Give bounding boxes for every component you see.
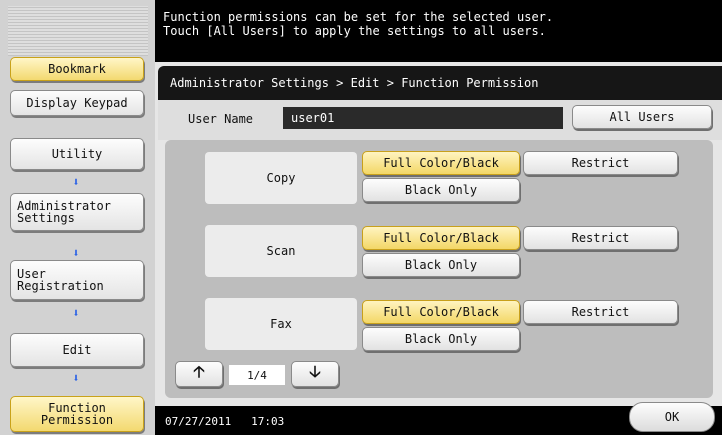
time-text: 17:03 (251, 415, 285, 428)
fax-black-only-button[interactable]: Black Only (362, 327, 520, 351)
sidebar-step-edit[interactable]: Edit (10, 333, 144, 367)
page-up-button[interactable]: 🡡 (175, 361, 223, 387)
copy-black-only-button[interactable]: Black Only (362, 178, 520, 202)
copy-full-color-black-button[interactable]: Full Color/Black (362, 151, 520, 175)
arrow-down-icon: ⬇ (72, 246, 80, 260)
user-row: User Name user01 All Users (158, 100, 722, 140)
user-name-field: user01 (283, 107, 563, 129)
page-indicator: 1/4 (229, 365, 285, 385)
status-bar: 07/27/2011 17:03 OK (155, 402, 722, 435)
scan-black-only-button[interactable]: Black Only (362, 253, 520, 277)
user-name-label: User Name (188, 112, 254, 126)
permission-label-fax: Fax (205, 298, 357, 350)
sidebar-step-function-permission[interactable]: Function Permission (10, 396, 144, 432)
fax-restrict-button[interactable]: Restrict (523, 300, 678, 324)
arrow-up-icon: 🡡 (193, 361, 205, 381)
breadcrumb: Administrator Settings > Edit > Function… (158, 66, 722, 100)
page-down-button[interactable]: 🡣 (291, 361, 339, 387)
copy-restrict-button[interactable]: Restrict (523, 151, 678, 175)
arrow-down-icon: ⬇ (72, 371, 80, 385)
arrow-down-icon: ⬇ (72, 306, 80, 320)
sidebar: Bookmark Display Keypad Utility ⬇ Admini… (0, 0, 155, 435)
arrow-down-icon: ⬇ (72, 175, 80, 189)
date-text: 07/27/2011 (165, 415, 232, 428)
sidebar-step-user-registration[interactable]: User Registration (10, 260, 144, 300)
pager: 🡡 1/4 🡣 (175, 361, 339, 389)
all-users-button[interactable]: All Users (572, 105, 712, 129)
permission-panel: Copy Full Color/Black Black Only Restric… (165, 140, 713, 398)
sidebar-stripes (8, 6, 148, 56)
arrow-down-icon: 🡣 (309, 361, 321, 381)
ok-button[interactable]: OK (629, 402, 715, 432)
scan-full-color-black-button[interactable]: Full Color/Black (362, 226, 520, 250)
permission-label-copy: Copy (205, 152, 357, 204)
sidebar-step-administrator-settings[interactable]: Administrator Settings (10, 193, 144, 231)
fax-full-color-black-button[interactable]: Full Color/Black (362, 300, 520, 324)
display-keypad-button[interactable]: Display Keypad (10, 90, 144, 116)
scan-restrict-button[interactable]: Restrict (523, 226, 678, 250)
date-time: 07/27/2011 17:03 (165, 415, 284, 428)
permission-label-scan: Scan (205, 225, 357, 277)
instruction-line-1: Function permissions can be set for the … (163, 10, 554, 24)
bookmark-button[interactable]: Bookmark (10, 57, 144, 81)
sidebar-step-utility[interactable]: Utility (10, 138, 144, 170)
instruction-message: Function permissions can be set for the … (155, 0, 722, 62)
breadcrumb-text: Administrator Settings > Edit > Function… (170, 76, 539, 90)
instruction-line-2: Touch [All Users] to apply the settings … (163, 24, 546, 38)
